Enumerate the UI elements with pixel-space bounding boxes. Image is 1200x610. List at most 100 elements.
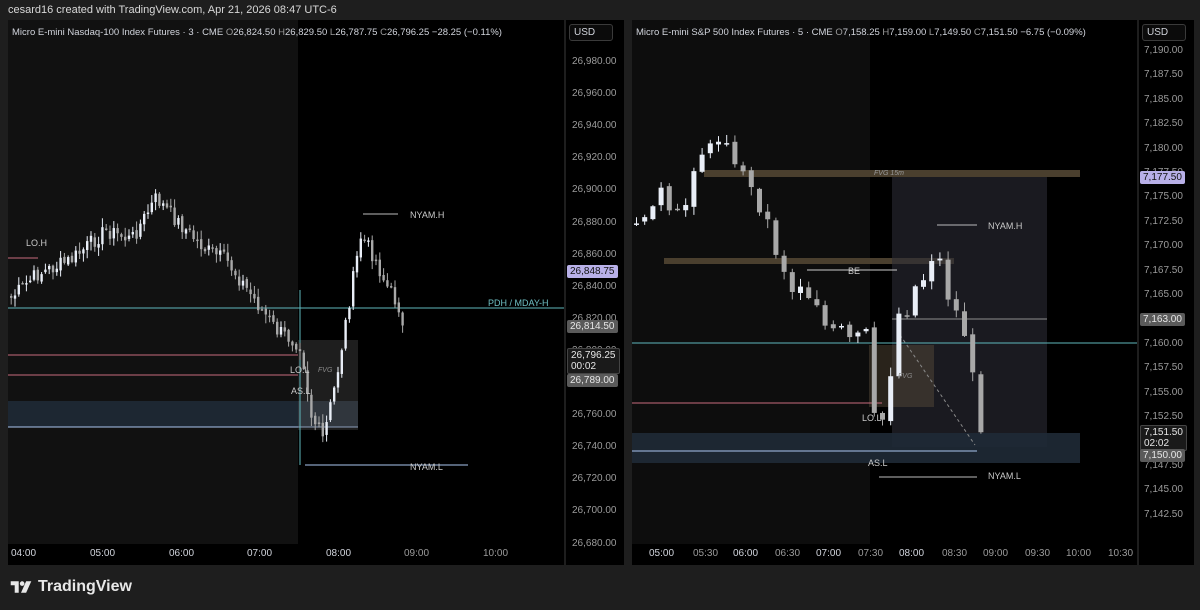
nasdaq-candle [135,230,138,239]
tradingview-brand[interactable]: TradingView [10,578,132,596]
currency-button[interactable]: USD [1142,24,1186,41]
nasdaq-candle [317,422,321,424]
nyam-l-label: NYAM.L [410,462,443,472]
demand-zone [632,433,1080,463]
watermark-header: cesard16 created with TradingView.com, A… [8,4,337,16]
sp500-candle [953,299,959,311]
time-label: 09:30 [1025,548,1051,559]
price-label: 7,180.00 [1144,142,1183,154]
fvg-label: FVG [318,367,333,374]
nasdaq-candle [131,232,134,235]
time-label: 04:00 [11,548,37,559]
nasdaq-candle [359,238,362,258]
sp500-candle [839,325,844,328]
sp500-candle [658,187,664,206]
price-label: 26,860.00 [572,248,617,260]
nasdaq-candle [82,249,85,254]
nasdaq-candle [241,280,245,286]
session-shade [632,20,870,565]
nasdaq-candle [272,315,275,322]
nasdaq-candle [55,268,58,273]
time-label: 05:00 [90,548,116,559]
nasdaq-candle [363,239,366,242]
price-label: 26,900.00 [572,184,617,196]
nasdaq-candle [207,245,210,250]
nasdaq-candle [124,236,127,241]
nasdaq-candle [13,295,17,299]
sp500-candle [683,205,689,211]
symbol-title: Micro E-mini S&P 500 Index Futures · 5 ·… [636,27,833,38]
nasdaq-candle [276,321,279,335]
time-label: 06:00 [169,548,195,559]
low-value: 7,149.50 [934,27,972,38]
sp500-time-axis[interactable]: 05:00 05:30 06:00 06:30 07:00 07:30 08:0… [632,544,1137,565]
last-price: 7,151.50 [1144,427,1183,438]
sp500-candle [740,165,746,172]
time-label: 06:00 [733,548,759,559]
sp500-candle [781,255,787,272]
sp500-chart-canvas[interactable] [632,20,1137,565]
nasdaq-candle [378,259,381,277]
price-tag-gray: 26,789.00 [567,374,618,387]
fvg-label: FVG [898,373,913,380]
nasdaq-candle [116,228,119,234]
nasdaq-candle [17,284,20,295]
sp500-price-scale[interactable]: USD 7,190.00 7,187.50 7,185.00 7,182.50 7,18… [1139,20,1194,565]
sp500-candle [921,280,926,287]
as-l-label: AS.L [868,458,888,468]
price-label: 7,187.50 [1144,69,1183,81]
sp500-candle [691,171,697,207]
nasdaq-candle [150,202,153,213]
nasdaq-candle [29,280,32,283]
nasdaq-candle [192,230,195,240]
price-label: 7,172.50 [1144,215,1183,227]
nasdaq-candle [184,229,188,234]
time-label: 08:00 [326,548,352,559]
sp500-candle [888,376,894,422]
time-label: 08:30 [942,548,968,559]
price-tag-purple: 26,848.75 [567,265,618,278]
nasdaq-candle [59,257,62,271]
nasdaq-candle [268,315,271,318]
price-label: 26,920.00 [572,152,617,164]
nasdaq-candle [108,230,112,239]
nyam-h-label: NYAM.H [410,210,445,220]
price-label: 7,157.50 [1144,362,1183,374]
nasdaq-candle [367,240,370,242]
lo-l-label: LO.L [290,365,310,375]
nasdaq-candle [86,241,89,250]
nasdaq-candle [238,276,241,286]
nasdaq-price-scale[interactable]: USD 26,980.00 26,960.00 26,940.00 26,920.00… [566,20,624,565]
sp500-legend: Micro E-mini S&P 500 Index Futures · 5 ·… [636,27,1086,38]
close-key: C [380,27,387,38]
nasdaq-candle [101,227,104,245]
nasdaq-candle [143,213,146,225]
nasdaq-candle [279,326,283,335]
last-price-tag: 26,796.25 00:02 [567,348,620,374]
sp500-candle [650,206,656,220]
price-label: 26,980.00 [572,56,617,67]
low-value: 26,787.75 [335,27,378,38]
currency-button[interactable]: USD [569,24,613,41]
nasdaq-time-axis[interactable]: 04:00 05:00 06:00 07:00 08:00 09:00 10:0… [8,544,564,565]
nasdaq-candle [200,239,203,250]
nasdaq-candle [397,302,400,313]
sp500-candle [732,141,738,165]
sp500-candle [724,143,730,145]
change-value: −28.25 (−0.11%) [431,27,502,38]
nasdaq-candle [51,265,55,273]
nasdaq-candle [93,237,96,247]
sp500-chart-pane[interactable]: Micro E-mini S&P 500 Index Futures · 5 ·… [632,20,1137,565]
nasdaq-candle [371,240,374,262]
nasdaq-candle [298,349,302,352]
sp500-candle [937,258,943,261]
close-key: C [973,27,981,38]
nasdaq-candle [310,394,313,418]
fvg-15m-label: FVG 15m [874,170,904,177]
nasdaq-candle [211,247,214,249]
nasdaq-chart-canvas[interactable] [8,20,564,565]
nasdaq-legend: Micro E-mini Nasdaq-100 Index Futures · … [12,27,502,38]
nasdaq-chart-pane[interactable]: Micro E-mini Nasdaq-100 Index Futures · … [8,20,564,565]
sp500-candle [773,220,779,255]
open-value: 7,158.25 [842,27,880,38]
